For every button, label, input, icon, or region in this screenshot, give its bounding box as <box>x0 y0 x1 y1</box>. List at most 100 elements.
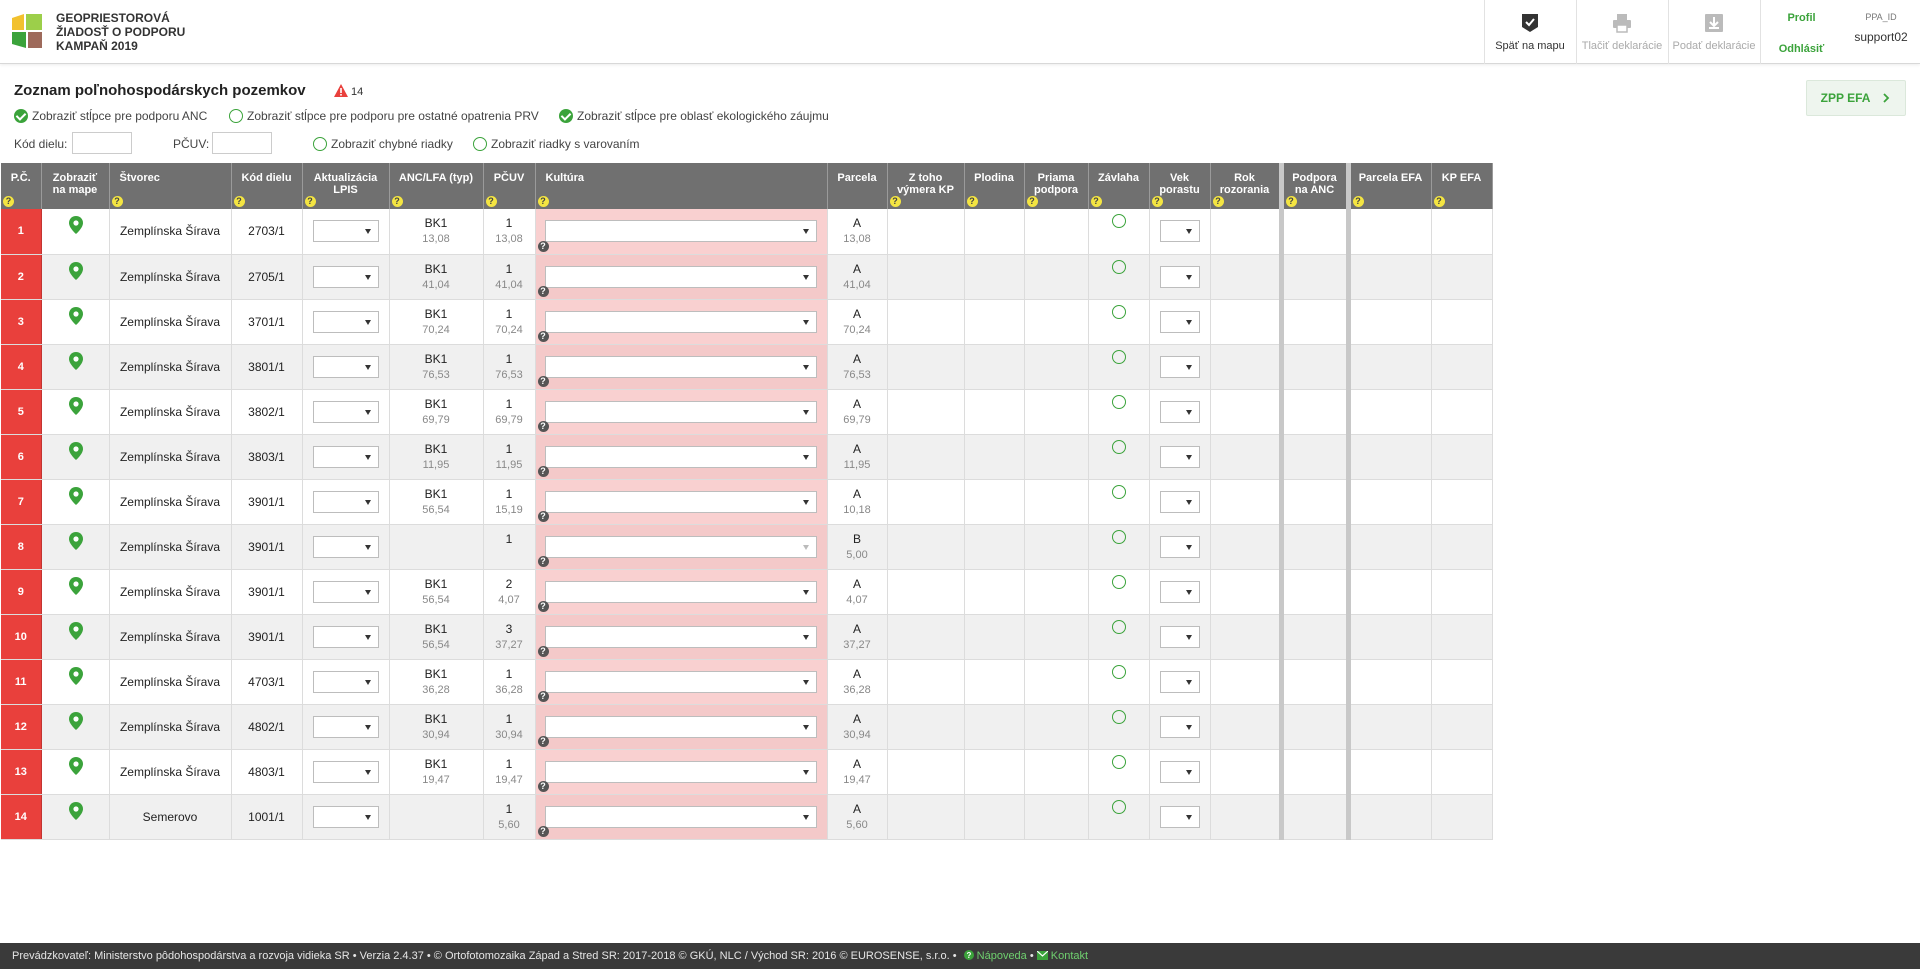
lpis-select[interactable] <box>312 625 379 648</box>
zavlaha-toggle[interactable] <box>1111 214 1126 228</box>
vek-select[interactable] <box>1159 805 1200 828</box>
help-icon[interactable]: ? <box>1352 196 1364 207</box>
vek-select[interactable] <box>1159 535 1200 558</box>
kultura-select[interactable] <box>545 220 817 243</box>
show-on-map-button[interactable] <box>41 614 110 660</box>
warning-badge[interactable]: 14 <box>334 84 363 98</box>
col-lpis[interactable]: Aktualizácia LPIS? <box>302 163 390 209</box>
col-vek[interactable]: Vek porastu? <box>1149 163 1211 209</box>
vek-select[interactable] <box>1159 625 1200 648</box>
zavlaha-toggle[interactable] <box>1111 439 1126 454</box>
table-row[interactable]: 11 Zemplínska Šírava 4703/1 BK1 36,28 1 36,28?… <box>1 659 1493 705</box>
zavlaha-toggle[interactable] <box>1111 349 1126 364</box>
lpis-select[interactable] <box>312 310 379 333</box>
help-link[interactable]: Nápoveda <box>977 950 1027 962</box>
vek-select[interactable] <box>1159 400 1200 423</box>
toggle-anc-columns[interactable]: Zobraziť stĺpce pre podporu ANC <box>14 109 207 123</box>
table-row[interactable]: 8 Zemplínska Šírava 3901/1 1? B 5,00 <box>1 524 1493 570</box>
kultura-select[interactable] <box>545 670 817 693</box>
filter-kod-dielu-input[interactable] <box>72 132 132 154</box>
help-icon[interactable]: ? <box>1285 196 1297 207</box>
zavlaha-toggle[interactable] <box>1111 529 1126 544</box>
vek-select[interactable] <box>1159 265 1200 288</box>
show-on-map-button[interactable] <box>41 659 110 705</box>
zavlaha-toggle[interactable] <box>1111 259 1126 274</box>
toggle-efa-columns[interactable]: Zobraziť stĺpce pre oblasť ekologického … <box>559 109 829 123</box>
kultura-select[interactable] <box>545 625 817 648</box>
help-icon[interactable]: ? <box>1212 196 1224 207</box>
lpis-select[interactable] <box>312 445 379 468</box>
kultura-select[interactable] <box>545 715 817 738</box>
help-icon[interactable]: ? <box>1433 196 1445 207</box>
help-icon[interactable]: ? <box>485 196 497 207</box>
help-icon[interactable]: ? <box>889 196 901 207</box>
kultura-select[interactable] <box>545 445 817 468</box>
help-icon[interactable]: ? <box>537 735 549 747</box>
col-kp-efa[interactable]: KP EFA? <box>1431 163 1493 209</box>
lpis-select[interactable] <box>312 490 379 513</box>
contact-link[interactable]: Kontakt <box>1051 950 1088 962</box>
zpp-efa-button[interactable]: ZPP EFA <box>1806 80 1906 116</box>
lpis-select[interactable] <box>312 715 379 738</box>
col-kultura[interactable]: Kultúra? <box>535 163 828 209</box>
help-icon[interactable]: ? <box>537 555 549 567</box>
help-icon[interactable]: ? <box>537 465 549 477</box>
toggle-prv-columns[interactable]: Zobraziť stĺpce pre podporu pre ostatné … <box>229 109 539 123</box>
zavlaha-toggle[interactable] <box>1111 709 1126 724</box>
lpis-select[interactable] <box>312 580 379 603</box>
col-parcela-efa[interactable]: Parcela EFA? <box>1348 163 1432 209</box>
zavlaha-toggle[interactable] <box>1111 394 1126 409</box>
help-icon[interactable]: ? <box>537 285 549 297</box>
print-declarations-button[interactable]: Tlačiť deklarácie <box>1576 0 1667 64</box>
help-icon[interactable]: ? <box>304 196 316 207</box>
help-icon[interactable]: ? <box>537 240 549 252</box>
show-on-map-button[interactable] <box>41 794 110 840</box>
col-parcela[interactable]: Parcela <box>827 163 888 209</box>
table-row[interactable]: 3 Zemplínska Šírava 3701/1 BK1 70,24 1 70,24? A… <box>1 299 1493 345</box>
logout-link[interactable]: Odhlásiť <box>1761 43 1842 55</box>
help-icon[interactable]: ? <box>233 196 245 207</box>
col-plodina[interactable]: Plodina? <box>964 163 1025 209</box>
lpis-select[interactable] <box>312 760 379 783</box>
col-zavlaha[interactable]: Závlaha? <box>1088 163 1150 209</box>
col-podpora-anc[interactable]: Podpora na ANC? <box>1281 163 1351 209</box>
show-on-map-button[interactable] <box>41 524 110 570</box>
show-on-map-button[interactable] <box>41 299 110 345</box>
lpis-select[interactable] <box>312 670 379 693</box>
vek-select[interactable] <box>1159 490 1200 513</box>
vek-select[interactable] <box>1159 580 1200 603</box>
help-icon[interactable]: ? <box>111 196 123 207</box>
table-row[interactable]: 9 Zemplínska Šírava 3901/1 BK1 56,54 2 4,07? A 4… <box>1 569 1493 615</box>
help-icon[interactable]: ? <box>537 330 549 342</box>
table-row[interactable]: 5 Zemplínska Šírava 3802/1 BK1 69,79 1 69,79? A… <box>1 389 1493 435</box>
kultura-select[interactable] <box>545 400 817 423</box>
table-row[interactable]: 4 Zemplínska Šírava 3801/1 BK1 76,53 1 76,53? A… <box>1 344 1493 390</box>
help-icon[interactable]: ? <box>537 825 549 837</box>
zavlaha-toggle[interactable] <box>1111 619 1126 634</box>
help-icon[interactable]: ? <box>1090 196 1102 207</box>
help-icon[interactable]: ? <box>537 780 549 792</box>
show-on-map-button[interactable] <box>41 569 110 615</box>
col-anc[interactable]: ANC/LFA (typ)? <box>389 163 484 209</box>
zavlaha-toggle[interactable] <box>1111 484 1126 499</box>
col-ztoho[interactable]: Z toho výmera KP? <box>887 163 965 209</box>
vek-select[interactable] <box>1159 715 1200 738</box>
col-pc[interactable]: P.Č.? <box>1 163 42 209</box>
vek-select[interactable] <box>1159 220 1200 243</box>
table-row[interactable]: 7 Zemplínska Šírava 3901/1 BK1 56,54 1 15,19? A… <box>1 479 1493 525</box>
col-stvorec[interactable]: Štvorec? <box>109 163 232 209</box>
lpis-select[interactable] <box>312 355 379 378</box>
lpis-select[interactable] <box>312 220 379 243</box>
help-icon[interactable]: ? <box>537 600 549 612</box>
help-icon[interactable]: ? <box>537 690 549 702</box>
col-rok[interactable]: Rok rozorania? <box>1210 163 1284 209</box>
lpis-select[interactable] <box>312 535 379 558</box>
table-row[interactable]: 12 Zemplínska Šírava 4802/1 BK1 30,94 1 30,94?… <box>1 704 1493 750</box>
show-on-map-button[interactable] <box>41 344 110 390</box>
table-row[interactable]: 10 Zemplínska Šírava 3901/1 BK1 56,54 3 37,27?… <box>1 614 1493 660</box>
toggle-error-rows[interactable]: Zobraziť chybné riadky <box>313 137 453 151</box>
col-pcuv[interactable]: PČUV? <box>483 163 536 209</box>
table-row[interactable]: 2 Zemplínska Šírava 2705/1 BK1 41,04 1 41,04? A… <box>1 254 1493 300</box>
table-row[interactable]: 6 Zemplínska Šírava 3803/1 BK1 11,95 1 11,95? A… <box>1 434 1493 480</box>
vek-select[interactable] <box>1159 760 1200 783</box>
